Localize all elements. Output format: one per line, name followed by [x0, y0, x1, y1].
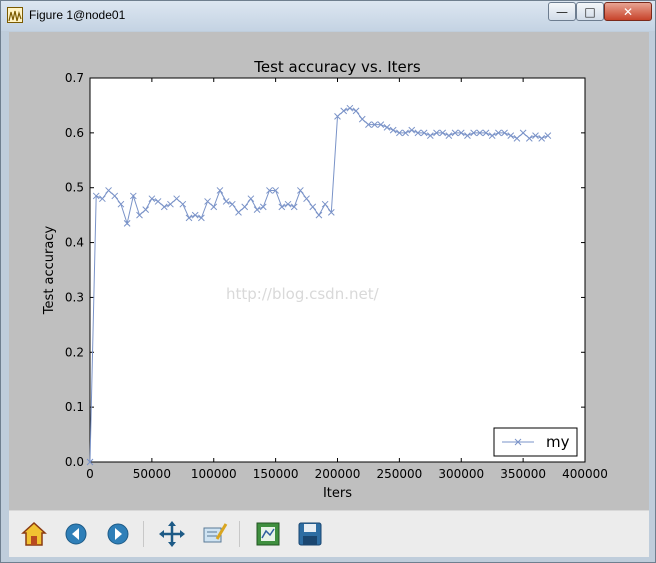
figure-window: Figure 1@node01 — □ ✕ Test accuracy vs. … — [0, 0, 656, 563]
toolbar-separator — [239, 521, 240, 547]
x-tick-label: 300000 — [438, 467, 484, 481]
x-tick-label: 0 — [86, 467, 94, 481]
watermark-text: http://blog.csdn.net/ — [226, 285, 380, 303]
x-tick-label: 250000 — [376, 467, 422, 481]
pan-icon[interactable] — [157, 519, 187, 549]
zoom-icon[interactable] — [199, 519, 229, 549]
back-arrow-icon[interactable] — [61, 519, 91, 549]
matplotlib-figure-icon — [7, 7, 23, 23]
save-icon[interactable] — [295, 519, 325, 549]
close-button[interactable]: ✕ — [604, 2, 652, 21]
y-tick-label: 0.4 — [65, 236, 84, 250]
figure-canvas-area: Test accuracy vs. Iters 0 50000 100000 15000… — [9, 32, 649, 556]
minimize-button[interactable]: — — [548, 2, 576, 21]
chart: Test accuracy vs. Iters 0 50000 100000 15000… — [42, 58, 608, 501]
window-title: Figure 1@node01 — [29, 8, 126, 22]
home-icon[interactable] — [19, 519, 49, 549]
title-bar[interactable]: Figure 1@node01 — □ ✕ — [1, 1, 655, 31]
subplots-config-icon[interactable] — [253, 519, 283, 549]
y-tick-label: 0.3 — [65, 290, 84, 304]
forward-arrow-icon[interactable] — [103, 519, 133, 549]
y-tick-label: 0.2 — [65, 345, 84, 359]
y-tick-label: 0.1 — [65, 400, 84, 414]
x-tick-label: 100000 — [191, 467, 237, 481]
toolbar-separator — [143, 521, 144, 547]
x-tick-label: 150000 — [253, 467, 299, 481]
y-tick-label: 0.7 — [65, 71, 84, 85]
y-tick-label: 0.0 — [65, 455, 84, 469]
legend: my — [493, 427, 578, 457]
x-axis-label: Iters — [323, 486, 352, 501]
chart-title: Test accuracy vs. Iters — [253, 58, 421, 76]
legend-label: my — [546, 433, 570, 451]
x-tick-label: 400000 — [562, 467, 608, 481]
y-tick-label: 0.5 — [65, 181, 84, 195]
x-tick-label: 50000 — [133, 467, 171, 481]
maximize-button[interactable]: □ — [576, 2, 604, 21]
navigation-toolbar — [9, 510, 649, 557]
x-tick-label: 200000 — [315, 467, 361, 481]
y-axis-label: Test accuracy — [42, 226, 57, 316]
y-tick-label: 0.6 — [65, 126, 84, 140]
x-tick-label: 350000 — [500, 467, 546, 481]
